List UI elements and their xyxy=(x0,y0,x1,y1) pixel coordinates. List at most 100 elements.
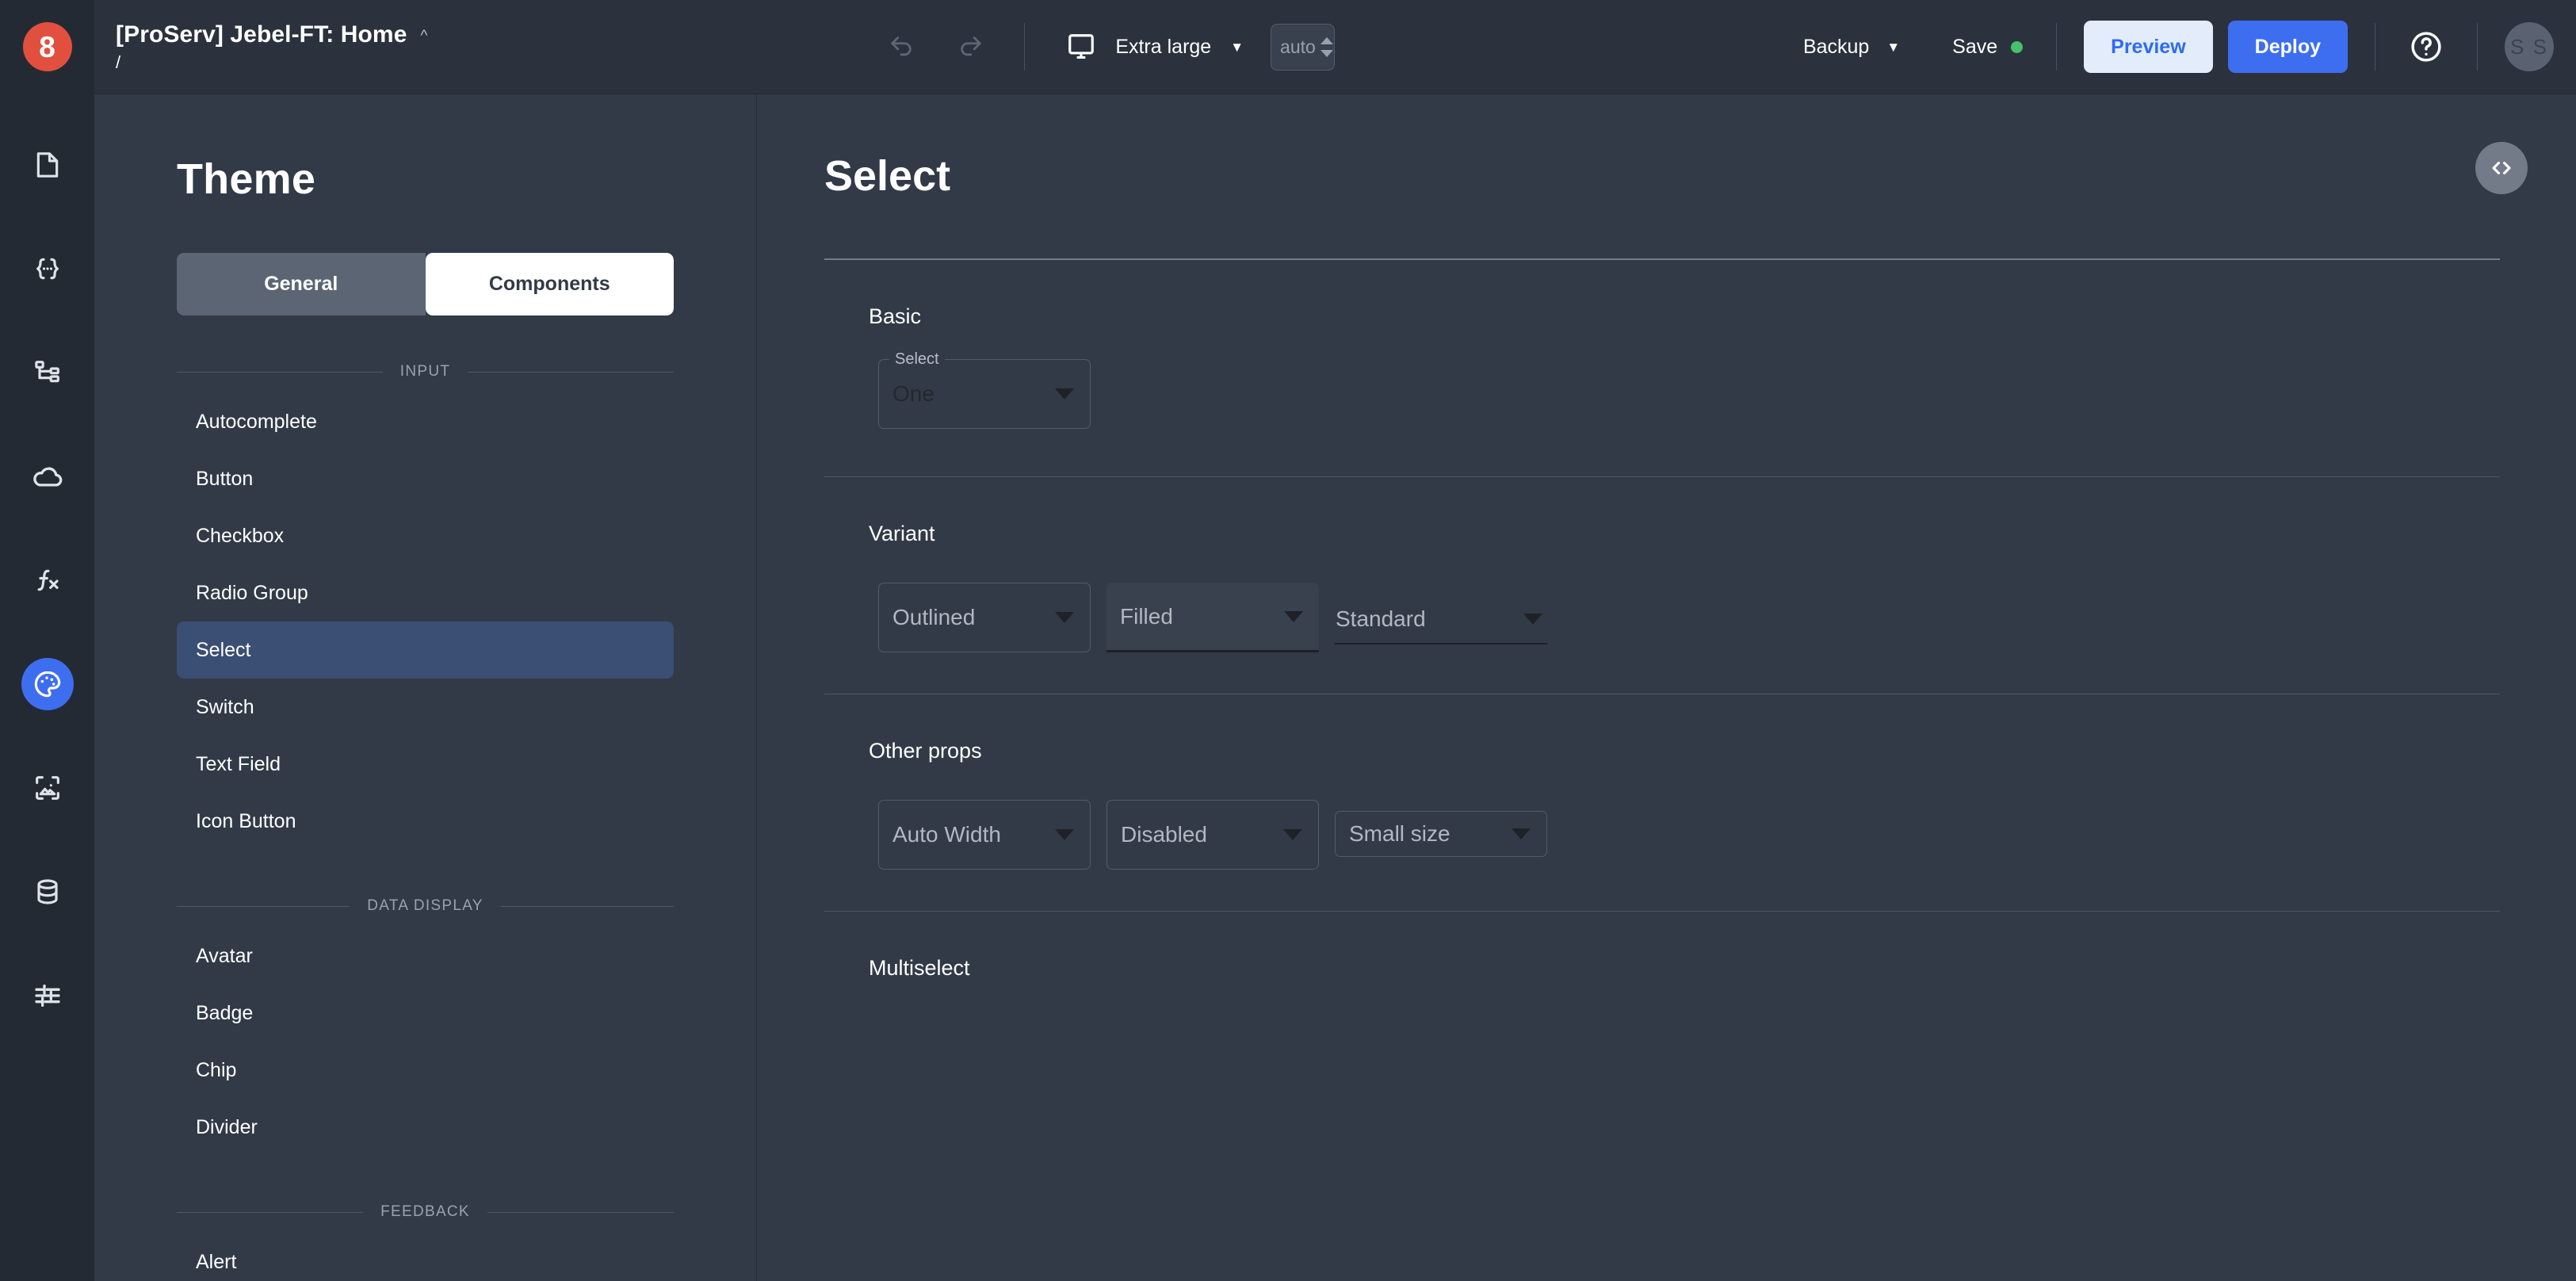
sidebar-item-label: Checkbox xyxy=(196,525,284,548)
triangle-down-icon[interactable] xyxy=(1055,612,1074,623)
sidebar-item-label: Avatar xyxy=(196,945,253,968)
toolbar-divider-4 xyxy=(2477,23,2478,71)
triangle-down-icon[interactable] xyxy=(1512,828,1531,839)
braces-icon[interactable] xyxy=(21,243,74,295)
tab-general[interactable]: General xyxy=(177,253,426,315)
chevron-down-icon[interactable]: ▼ xyxy=(1230,40,1244,54)
select-outlined[interactable]: Outlined xyxy=(878,583,1091,652)
backup-label: Backup xyxy=(1803,36,1869,59)
image-asset-icon[interactable] xyxy=(21,762,74,814)
sidebar-item-label: Select xyxy=(196,639,250,662)
save-status-dot-icon xyxy=(2011,41,2023,53)
toolbar-divider-2 xyxy=(2056,23,2057,71)
sidebar-item-select[interactable]: Select xyxy=(177,621,674,679)
section-title: Other props xyxy=(869,739,2500,763)
viewport-height-stepper[interactable]: auto xyxy=(1271,24,1335,71)
group-label: FEEDBACK xyxy=(380,1203,470,1221)
component-tree-icon[interactable] xyxy=(21,346,74,399)
triangle-down-icon[interactable] xyxy=(1284,611,1303,622)
group-header-feedback: FEEDBACK xyxy=(177,1203,674,1221)
sidebar-item-alert[interactable]: Alert xyxy=(177,1233,674,1281)
sidebar-item-icon-button[interactable]: Icon Button xyxy=(177,793,674,850)
sidebar-item-switch[interactable]: Switch xyxy=(177,679,674,736)
sidebar-item-autocomplete[interactable]: Autocomplete xyxy=(177,393,674,450)
sidebar-item-avatar[interactable]: Avatar xyxy=(177,927,674,985)
content-page-title: Select xyxy=(824,151,2500,201)
sidebar-item-label: Switch xyxy=(196,696,254,719)
sidebar-item-text-field[interactable]: Text Field xyxy=(177,736,674,793)
section-basic: Basic Select One xyxy=(824,260,2500,429)
page-title: [ProServ] Jebel-FT: Home xyxy=(116,21,407,48)
sliders-settings-icon[interactable] xyxy=(21,969,74,1022)
triangle-down-icon[interactable] xyxy=(1055,388,1074,400)
select-filled-value: Filled xyxy=(1120,604,1284,629)
database-icon[interactable] xyxy=(21,866,74,918)
viewport-height-value[interactable]: auto xyxy=(1280,36,1316,58)
sidebar-item-chip[interactable]: Chip xyxy=(177,1042,674,1099)
section-other-props: Other props Auto Width Disabled Small si… xyxy=(824,694,2500,870)
page-icon[interactable] xyxy=(21,139,74,191)
app-title-row[interactable]: [ProServ] Jebel-FT: Home ^ xyxy=(116,21,427,48)
chevron-down-icon[interactable]: ▼ xyxy=(1886,40,1900,54)
select-auto-width-value: Auto Width xyxy=(892,822,1055,847)
theme-sidebar: Theme General Components INPUT Autocompl… xyxy=(94,94,757,1281)
select-basic-label: Select xyxy=(889,351,945,367)
select-small-size-value: Small size xyxy=(1349,821,1512,847)
deploy-button[interactable]: Deploy xyxy=(2228,21,2348,73)
main-inner: Select Basic Select One xyxy=(757,151,2576,981)
select-small-size[interactable]: Small size xyxy=(1335,811,1547,857)
fields-row: Select One xyxy=(878,359,2500,429)
triangle-down-icon[interactable] xyxy=(1523,614,1542,625)
section-variant: Variant Outlined Filled Standard xyxy=(824,477,2500,652)
sidebar-item-label: Chip xyxy=(196,1059,236,1082)
fields-row: Outlined Filled Standard xyxy=(878,583,2500,652)
sidebar-item-button[interactable]: Button xyxy=(177,450,674,507)
app-root: 8 [ProServ] Jebel-FT: Home ^ / Extra lar… xyxy=(0,0,2576,1281)
select-basic[interactable]: Select One xyxy=(878,359,1091,429)
undo-icon[interactable] xyxy=(885,30,918,63)
stepper-increment-icon[interactable] xyxy=(1320,37,1333,44)
chevron-up-icon[interactable]: ^ xyxy=(420,29,427,44)
backup-button[interactable]: Backup ▼ xyxy=(1792,36,1911,59)
select-disabled: Disabled xyxy=(1106,800,1319,870)
sidebar-item-checkbox[interactable]: Checkbox xyxy=(177,507,674,564)
preview-button[interactable]: Preview xyxy=(2084,21,2213,73)
app-title-block: [ProServ] Jebel-FT: Home ^ / xyxy=(94,21,427,73)
fx-function-icon[interactable] xyxy=(21,554,74,606)
select-filled[interactable]: Filled xyxy=(1106,583,1319,652)
viewport-size-label: Extra large xyxy=(1115,36,1211,59)
sidebar-item-badge[interactable]: Badge xyxy=(177,985,674,1042)
main-content: Select Basic Select One xyxy=(757,94,2576,1281)
stepper-decrement-icon[interactable] xyxy=(1320,50,1333,57)
save-button[interactable]: Save xyxy=(1946,36,2029,59)
app-logo-cell[interactable]: 8 xyxy=(0,0,94,94)
sidebar-item-label: Badge xyxy=(196,1002,253,1025)
triangle-down-icon[interactable] xyxy=(1055,829,1074,840)
select-standard-value: Standard xyxy=(1336,606,1523,632)
history-controls xyxy=(885,30,988,63)
select-standard[interactable]: Standard xyxy=(1335,595,1547,644)
cloud-icon[interactable] xyxy=(21,450,74,503)
select-auto-width[interactable]: Auto Width xyxy=(878,800,1091,870)
section-title: Multiselect xyxy=(869,956,2500,981)
palette-theme-icon[interactable] xyxy=(21,658,74,710)
sidebar-item-divider[interactable]: Divider xyxy=(177,1099,674,1156)
save-label: Save xyxy=(1952,36,1997,59)
redo-icon[interactable] xyxy=(954,30,988,63)
avatar[interactable]: S S xyxy=(2505,22,2554,71)
monitor-icon xyxy=(1066,32,1096,62)
triangle-down-icon xyxy=(1283,829,1302,840)
divider-line xyxy=(177,1212,363,1213)
divider-line xyxy=(177,906,350,907)
code-brackets-icon[interactable] xyxy=(2475,142,2528,194)
sidebar-item-label: Divider xyxy=(196,1116,258,1139)
sidebar-item-radio-group[interactable]: Radio Group xyxy=(177,564,674,621)
sidebar-item-label: Button xyxy=(196,468,253,491)
viewport-size-control[interactable]: Extra large ▼ xyxy=(1066,32,1244,62)
help-button[interactable] xyxy=(2402,29,2450,64)
tab-components[interactable]: Components xyxy=(426,253,675,315)
section-title: Variant xyxy=(869,522,2500,546)
stepper-buttons xyxy=(1320,37,1333,57)
top-toolbar: 8 [ProServ] Jebel-FT: Home ^ / Extra lar… xyxy=(0,0,2576,94)
sidebar-item-label: Radio Group xyxy=(196,582,308,605)
